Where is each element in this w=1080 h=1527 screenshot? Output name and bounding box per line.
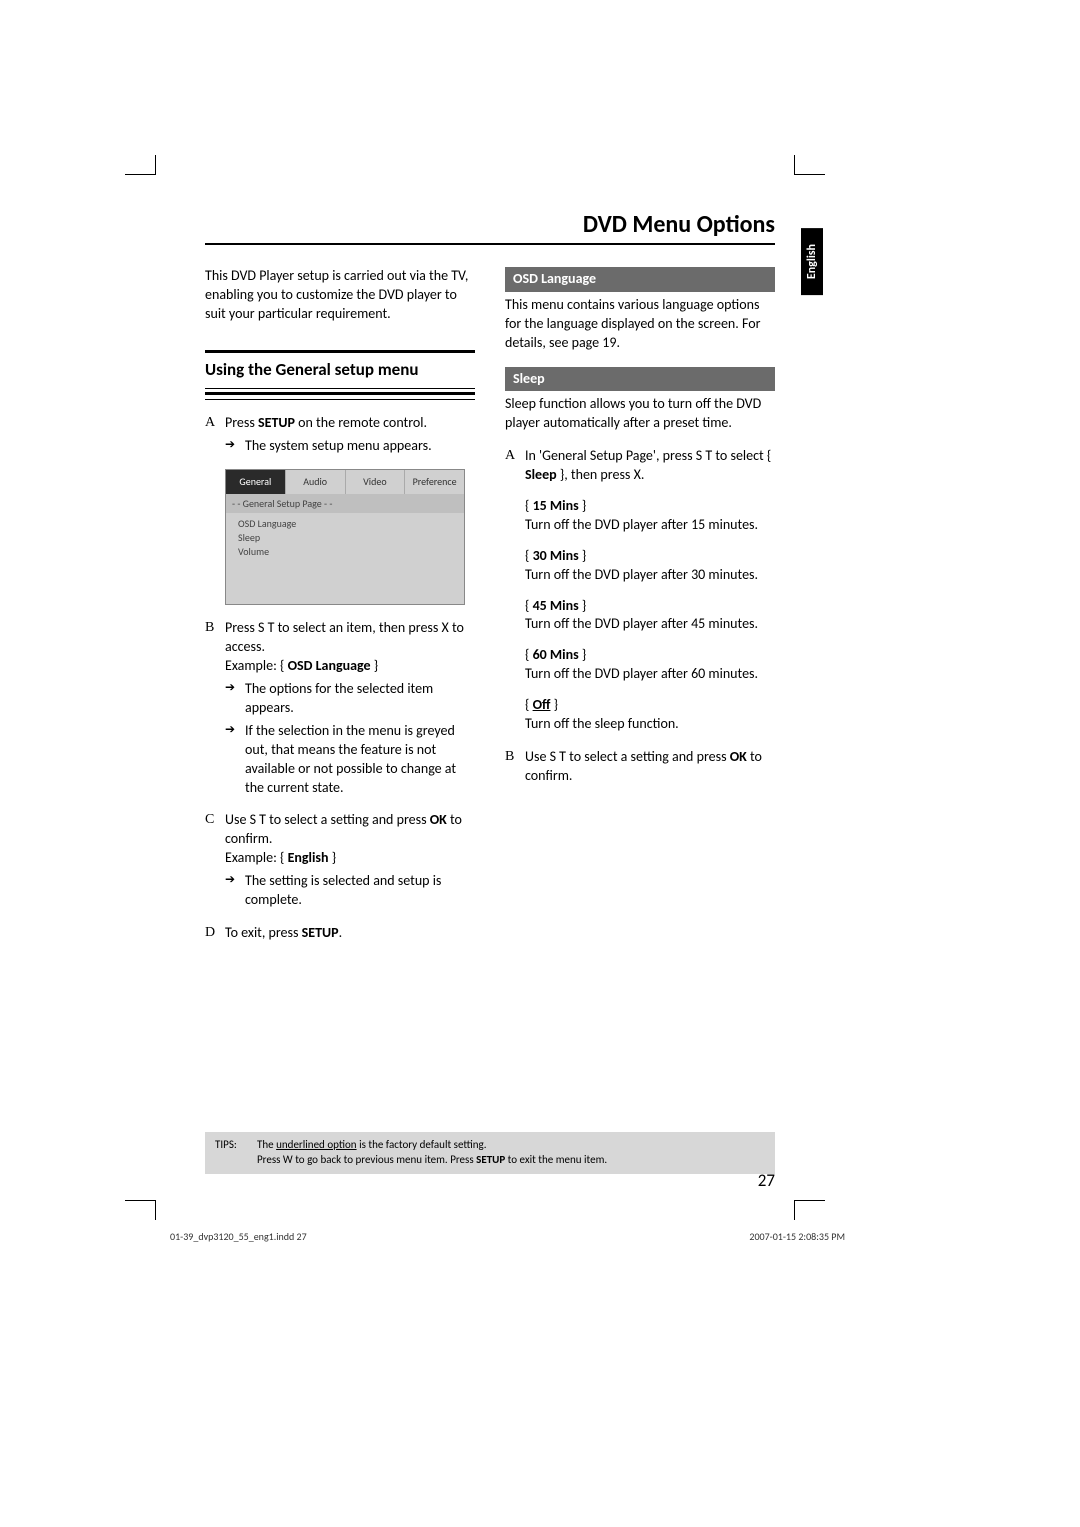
- page-number: 27: [758, 1170, 775, 1191]
- footer-filename: 01-39_dvp3120_55_eng1.indd 27: [170, 1230, 307, 1243]
- step-text: Press S T to select an item, then press …: [225, 619, 475, 657]
- option-description: Turn off the DVD player after 15 minutes…: [525, 516, 775, 535]
- example-text: Example: {: [225, 657, 288, 674]
- osd-tab-general: General: [226, 470, 286, 494]
- step-text: Press: [225, 414, 258, 431]
- step-text: }, then press X.: [557, 466, 645, 483]
- sub-text: The system setup menu appears.: [245, 437, 475, 456]
- example-bold: English: [288, 849, 329, 866]
- example-text: }: [329, 849, 337, 866]
- sleep-option: { 15 Mins }Turn off the DVD player after…: [525, 497, 775, 535]
- sleep-option: { 30 Mins }Turn off the DVD player after…: [525, 547, 775, 585]
- step-marker: C: [205, 811, 225, 909]
- sleep-option: { Off }Turn off the sleep function.: [525, 696, 775, 734]
- tips-label: TIPS:: [215, 1138, 257, 1168]
- crop-mark: [125, 1200, 155, 1201]
- step-marker: A: [205, 414, 225, 456]
- step-d: D To exit, press SETUP.: [205, 924, 475, 943]
- step-c: C Use S T to select a setting and press …: [205, 811, 475, 909]
- osd-menu-illustration: General Audio Video Preference - - Gener…: [225, 469, 465, 605]
- step-bold: SETUP: [258, 414, 295, 431]
- crop-mark: [125, 174, 155, 175]
- osd-tab-preference: Preference: [405, 470, 464, 494]
- osd-tab-video: Video: [346, 470, 406, 494]
- step-marker: D: [205, 924, 225, 943]
- osd-tab-audio: Audio: [286, 470, 346, 494]
- tips-box: TIPS: The underlined option is the facto…: [205, 1132, 775, 1174]
- tips-text: Press W to go back to previous menu item…: [257, 1153, 476, 1166]
- osd-language-heading: OSD Language: [505, 267, 775, 292]
- example-text: Example: {: [225, 849, 288, 866]
- step-bold: OK: [730, 748, 747, 765]
- crop-mark: [794, 155, 795, 175]
- option-description: Turn off the sleep function.: [525, 715, 775, 734]
- step-text: on the remote control.: [295, 414, 427, 431]
- option-description: Turn off the DVD player after 45 minutes…: [525, 615, 775, 634]
- option-description: Turn off the DVD player after 30 minutes…: [525, 566, 775, 585]
- sleep-step-a: A In 'General Setup Page', press S T to …: [505, 447, 775, 485]
- arrow-icon: ➔: [225, 722, 245, 798]
- osd-item: Volume: [238, 545, 456, 559]
- example-text: }: [371, 657, 379, 674]
- osd-language-body: This menu contains various language opti…: [505, 296, 775, 353]
- crop-mark: [795, 174, 825, 175]
- example-bold: OSD Language: [288, 657, 371, 674]
- step-text: To exit, press: [225, 924, 302, 941]
- step-a: A Press SETUP on the remote control. ➔ T…: [205, 414, 475, 456]
- page-content: English DVD Menu Options This DVD Player…: [205, 210, 775, 943]
- sleep-heading: Sleep: [505, 367, 775, 392]
- option-label: { 60 Mins }: [525, 646, 775, 665]
- step-text: Use S T to select a setting and press: [225, 811, 430, 828]
- sub-text: The setting is selected and setup is com…: [245, 872, 475, 910]
- footer-timestamp: 2007-01-15 2:08:35 PM: [749, 1230, 845, 1243]
- page-title: DVD Menu Options: [205, 210, 775, 245]
- tips-bold: SETUP: [476, 1153, 505, 1166]
- sleep-option: { 45 Mins }Turn off the DVD player after…: [525, 597, 775, 635]
- osd-header: - - General Setup Page - -: [226, 494, 464, 514]
- arrow-icon: ➔: [225, 872, 245, 910]
- tips-text: to exit the menu item.: [505, 1153, 607, 1166]
- step-text: In 'General Setup Page', press S T to se…: [525, 447, 771, 464]
- tips-body: The underlined option is the factory def…: [257, 1138, 607, 1168]
- step-bold: Sleep: [525, 466, 557, 483]
- crop-mark: [795, 1200, 825, 1201]
- tips-text: The: [257, 1138, 276, 1151]
- step-bold: SETUP: [302, 924, 339, 941]
- intro-text: This DVD Player setup is carried out via…: [205, 267, 475, 324]
- step-text: Use S T to select a setting and press: [525, 748, 730, 765]
- option-description: Turn off the DVD player after 60 minutes…: [525, 665, 775, 684]
- crop-mark: [155, 155, 156, 175]
- step-marker: B: [505, 748, 525, 786]
- step-bold: OK: [430, 811, 447, 828]
- step-marker: B: [205, 619, 225, 797]
- arrow-icon: ➔: [225, 437, 245, 456]
- language-tab: English: [801, 228, 823, 295]
- step-marker: A: [505, 447, 525, 485]
- osd-item: Sleep: [238, 531, 456, 545]
- option-label: { 30 Mins }: [525, 547, 775, 566]
- left-column: This DVD Player setup is carried out via…: [205, 267, 475, 943]
- tips-underline: underlined option: [276, 1138, 356, 1151]
- option-label: { 45 Mins }: [525, 597, 775, 616]
- tips-text: is the factory default setting.: [357, 1138, 487, 1151]
- section-heading: Using the General setup menu: [205, 350, 475, 400]
- step-b: B Press S T to select an item, then pres…: [205, 619, 475, 797]
- osd-item: OSD Language: [238, 517, 456, 531]
- sleep-step-b: B Use S T to select a setting and press …: [505, 748, 775, 786]
- sub-text: The options for the selected item appear…: [245, 680, 475, 718]
- sub-text: If the selection in the menu is greyed o…: [245, 722, 475, 798]
- sleep-body: Sleep function allows you to turn off th…: [505, 395, 775, 433]
- sleep-option: { 60 Mins }Turn off the DVD player after…: [525, 646, 775, 684]
- step-text: .: [339, 924, 343, 941]
- right-column: OSD Language This menu contains various …: [505, 267, 775, 943]
- option-label: { Off }: [525, 696, 775, 715]
- crop-mark: [794, 1200, 795, 1220]
- option-label: { 15 Mins }: [525, 497, 775, 516]
- crop-mark: [155, 1200, 156, 1220]
- arrow-icon: ➔: [225, 680, 245, 718]
